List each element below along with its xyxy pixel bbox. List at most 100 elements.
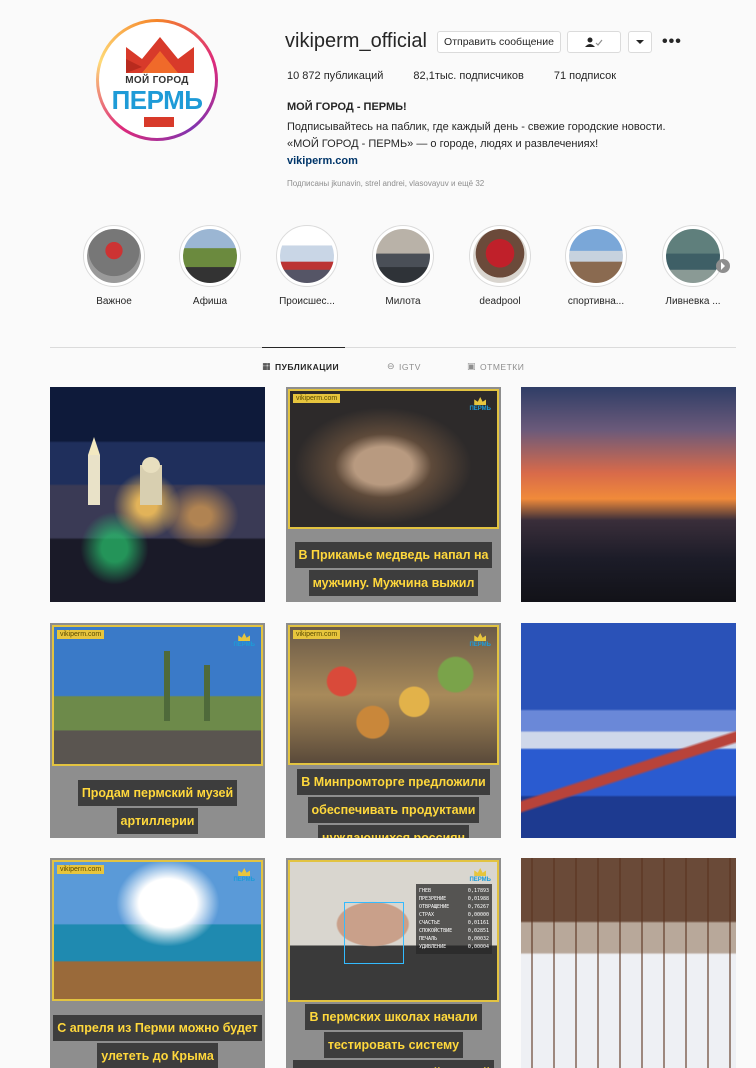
tab-tagged[interactable]: ▣ ОТМЕТКИ xyxy=(467,361,524,372)
post-photo-bearded-man xyxy=(290,391,497,527)
chevron-down-icon xyxy=(636,40,644,44)
highlight-cover xyxy=(473,229,527,283)
highlight-item[interactable]: Милота xyxy=(366,225,440,307)
post-photo-winter-bridge xyxy=(521,623,736,838)
highlight-label: спортивна... xyxy=(567,296,625,307)
highlight-label: Милота xyxy=(385,296,421,307)
posts-count: 10 872 публикаций xyxy=(287,70,384,82)
highlight-item[interactable]: Происшес... xyxy=(270,225,344,307)
post-image-frame: vikiperm.com ПЕРМЬ xyxy=(52,625,263,766)
emotion-row: СЧАСТЬЕ 0,01161 xyxy=(419,920,489,926)
highlight-item[interactable]: спортивна... xyxy=(559,225,633,307)
church-silhouette-icon xyxy=(88,437,162,505)
missile-silhouette-icon xyxy=(164,651,210,721)
caption-line: артиллерии xyxy=(116,808,199,834)
post-thumbnail[interactable]: vikiperm.com ПЕРМЬ В Минпромторге предло… xyxy=(286,623,501,838)
tabs-divider xyxy=(50,347,736,348)
highlight-cover xyxy=(183,229,237,283)
profile-avatar[interactable]: МОЙ ГОРОД ПЕРМЬ xyxy=(96,19,218,141)
highlight-label: deadpool xyxy=(479,296,521,307)
post-caption: В Минпромторге предложили обеспечивать п… xyxy=(286,769,501,838)
followers-count[interactable]: 82,1тыс. подписчиков xyxy=(413,70,523,82)
more-options-button[interactable]: ••• xyxy=(662,33,682,51)
grid-icon: ▦ xyxy=(262,361,272,371)
caption-line: распознавания эмоций у детей xyxy=(292,1060,495,1068)
caption-line: мужчину. Мужчина выжил xyxy=(308,570,479,596)
tab-publications[interactable]: ▦ ПУБЛИКАЦИИ xyxy=(262,361,339,372)
post-photo-snowy-forest xyxy=(521,858,736,1068)
crown-logo-icon xyxy=(126,37,194,73)
post-thumbnail[interactable]: vikiperm.com ПЕРМЬ С апреля из Перми мож… xyxy=(50,858,265,1068)
post-thumbnail[interactable] xyxy=(521,623,736,838)
profile-username: vikiperm_official xyxy=(285,30,427,52)
tv-icon: ⊖ xyxy=(387,361,396,371)
post-image-frame: ГНЕВ 0,17893 ПРЕЗРЕНИЕ 0,01988 ОТВРАЩЕНИЕ 0… xyxy=(288,860,499,1002)
tab-label: ОТМЕТКИ xyxy=(480,361,525,372)
chevron-right-icon xyxy=(721,262,725,270)
post-thumbnail[interactable] xyxy=(521,858,736,1068)
bio-name: МОЙ ГОРОД - ПЕРМЬ! xyxy=(287,101,407,113)
caption-line: тестировать систему xyxy=(323,1032,464,1058)
post-thumbnail[interactable]: ГНЕВ 0,17893 ПРЕЗРЕНИЕ 0,01988 ОТВРАЩЕНИЕ 0… xyxy=(286,858,501,1068)
highlight-cover xyxy=(280,229,334,283)
bio-line-1: Подписывайтесь на паблик, где каждый ден… xyxy=(287,121,666,133)
followed-by-text[interactable]: Подписаны jkunavin, strel andrei, vlasov… xyxy=(287,179,484,188)
mini-logo: ПЕРМЬ xyxy=(469,633,491,649)
post-image-frame: vikiperm.com ПЕРМЬ xyxy=(52,860,263,1001)
caption-line: нуждающихся россиян xyxy=(317,825,470,838)
caption-line: улететь до Крыма xyxy=(97,1043,218,1068)
site-tag: vikiperm.com xyxy=(57,630,105,639)
suggested-dropdown-button[interactable] xyxy=(628,31,652,53)
highlight-cover xyxy=(376,229,430,283)
caption-line: обеспечивать продуктами xyxy=(307,797,480,823)
highlight-label: Ливневка ... xyxy=(665,296,721,307)
post-caption: С апреля из Перми можно будет улететь до… xyxy=(50,1015,265,1068)
emotion-row: ГНЕВ 0,17893 xyxy=(419,888,489,894)
logo-bottom-shape xyxy=(144,117,174,127)
post-thumbnail[interactable] xyxy=(50,387,265,602)
following-button[interactable] xyxy=(567,31,621,53)
caption-line: В пермских школах начали xyxy=(305,1004,482,1030)
tab-igtv[interactable]: ⊖ IGTV xyxy=(387,361,421,372)
highlight-label: Афиша xyxy=(192,296,228,307)
highlight-item[interactable]: Важное xyxy=(77,225,151,307)
caption-line: В Прикамье медведь напал на xyxy=(294,542,493,568)
person-check-icon xyxy=(585,37,603,47)
post-photo-food-products xyxy=(290,627,497,763)
post-thumbnail[interactable] xyxy=(521,387,736,602)
tab-label: ПУБЛИКАЦИИ xyxy=(275,361,340,372)
emotion-row: ОТВРАЩЕНИЕ 0,76267 xyxy=(419,904,489,910)
post-caption: Продам пермский музей артиллерии xyxy=(50,780,265,834)
emotion-row: СПОКОЙСТВИЕ 0,02851 xyxy=(419,928,489,934)
emotion-row: ПРЕЗРЕНИЕ 0,01988 xyxy=(419,896,489,902)
highlights-next-button[interactable] xyxy=(716,259,730,273)
highlight-item[interactable]: Афиша xyxy=(173,225,247,307)
site-tag: vikiperm.com xyxy=(57,865,105,874)
post-caption: В Прикамье медведь напал на мужчину. Муж… xyxy=(286,542,501,596)
send-message-button[interactable]: Отправить сообщение xyxy=(437,31,561,53)
emotion-row: СТРАХ 0,00000 xyxy=(419,912,489,918)
post-image-frame: vikiperm.com ПЕРМЬ xyxy=(288,625,499,765)
post-thumbnail[interactable]: vikiperm.com ПЕРМЬ В Прикамье медведь на… xyxy=(286,387,501,602)
caption-line: Продам пермский музей xyxy=(77,780,238,806)
caption-line: С апреля из Перми можно будет xyxy=(53,1015,262,1041)
tag-icon: ▣ xyxy=(467,361,477,371)
bio-line-2: «МОЙ ГОРОД - ПЕРМЬ» — о городе, людях и … xyxy=(287,138,599,150)
post-caption: В пермских школах начали тестировать сис… xyxy=(286,1004,501,1068)
post-image-frame: vikiperm.com ПЕРМЬ xyxy=(288,389,499,529)
logo-main-text: ПЕРМЬ xyxy=(111,85,203,115)
mini-logo: ПЕРМЬ xyxy=(233,633,255,649)
bio-website-link[interactable]: vikiperm.com xyxy=(287,155,358,167)
post-photo-sunset-city xyxy=(521,387,736,602)
tab-label: IGTV xyxy=(399,361,421,372)
highlight-cover xyxy=(666,229,720,283)
post-thumbnail[interactable]: vikiperm.com ПЕРМЬ Продам пермский музей… xyxy=(50,623,265,838)
face-detection-box xyxy=(344,902,404,964)
highlight-item[interactable]: deadpool xyxy=(463,225,537,307)
emotion-row: УДИВЛЕНИЕ 0,00004 xyxy=(419,944,489,950)
active-tab-indicator xyxy=(262,347,345,348)
highlight-label: Происшес... xyxy=(279,296,335,307)
following-count[interactable]: 71 подписок xyxy=(554,70,616,82)
caption-line: В Минпромторге предложили xyxy=(297,769,490,795)
highlight-cover xyxy=(87,229,141,283)
